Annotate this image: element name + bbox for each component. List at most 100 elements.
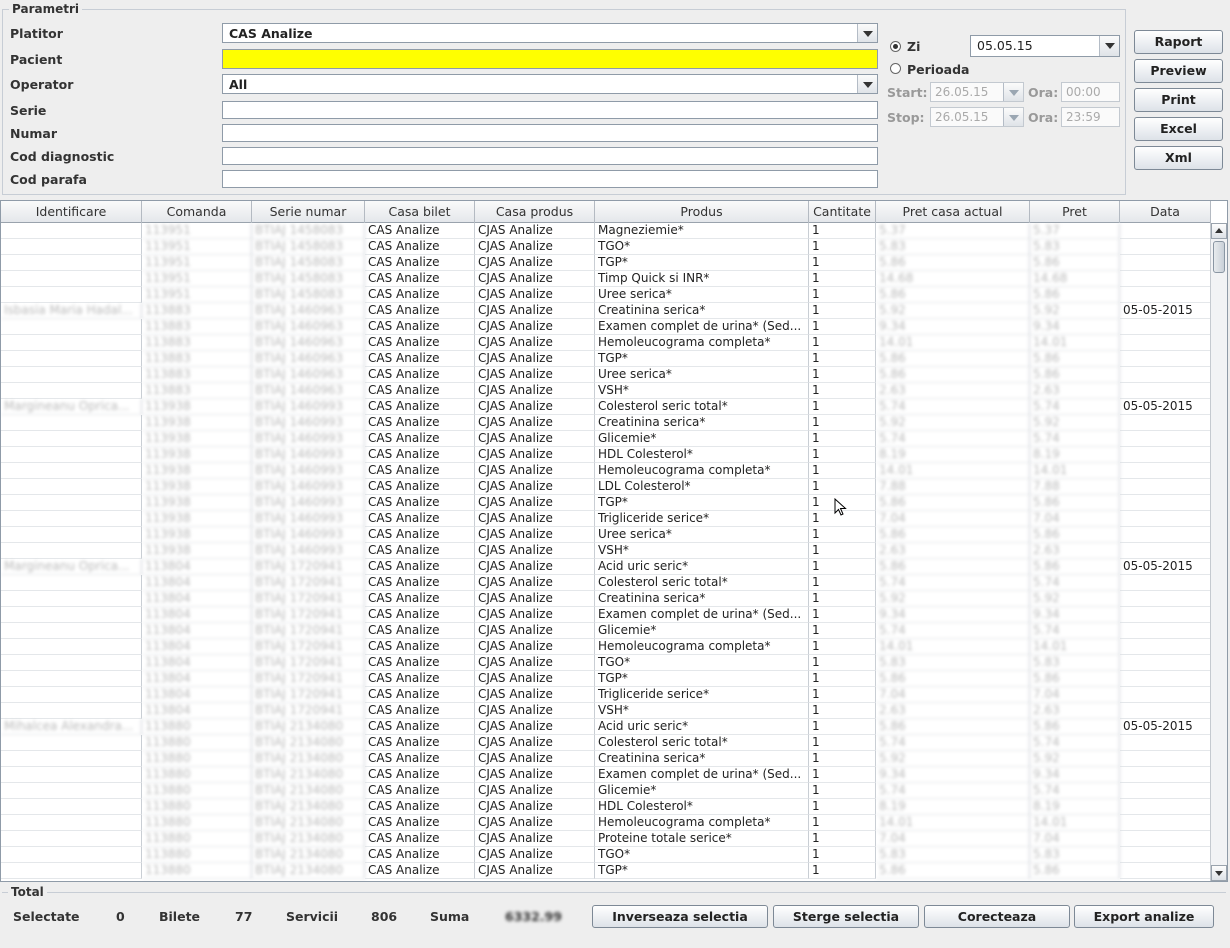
- column-header-pret-casa-actual[interactable]: Pret casa actual: [876, 201, 1030, 223]
- results-table[interactable]: Identificare Comanda Serie numar Casa bilet…: [0, 200, 1228, 882]
- table-row[interactable]: 113880 BTIAJ 2134080 CAS Analize CJAS Anali…: [1, 815, 1211, 831]
- column-header-comanda[interactable]: Comanda: [142, 201, 252, 223]
- table-row[interactable]: 113804 BTIAJ 1720941 CAS Analize CJAS Anali…: [1, 687, 1211, 703]
- perioada-radio[interactable]: [890, 63, 901, 74]
- cell-casa-produs: CJAS Analize: [475, 591, 595, 607]
- table-row[interactable]: 113883 BTIAJ 1460963 CAS Analize CJAS Anali…: [1, 351, 1211, 367]
- table-row[interactable]: 113951 BTIAJ 1458083 CAS Analize CJAS Anali…: [1, 287, 1211, 303]
- numar-field[interactable]: [222, 124, 878, 142]
- cell-data: [1120, 415, 1211, 431]
- xml-button[interactable]: Xml: [1134, 146, 1223, 170]
- table-row[interactable]: 113880 BTIAJ 2134080 CAS Analize CJAS Anali…: [1, 831, 1211, 847]
- cell-pret: 2.63: [1030, 543, 1120, 559]
- inverseaza-selectia-button[interactable]: Inverseaza selectia: [592, 905, 768, 928]
- cell-casa-bilet: CAS Analize: [365, 575, 475, 591]
- table-row[interactable]: Margineanu Oprica... 113804 BTIAJ 1720941 C…: [1, 559, 1211, 575]
- export-analize-button[interactable]: Export analize: [1074, 905, 1214, 928]
- cell-produs: Colesterol seric total*: [595, 735, 809, 751]
- table-row[interactable]: Margineanu Oprica... 113938 BTIAJ 1460993 C…: [1, 399, 1211, 415]
- table-row[interactable]: 113938 BTIAJ 1460993 CAS Analize CJAS Anali…: [1, 479, 1211, 495]
- zi-radio[interactable]: [890, 41, 901, 52]
- table-row[interactable]: 113938 BTIAJ 1460993 CAS Analize CJAS Anali…: [1, 431, 1211, 447]
- cod-diagnostic-field[interactable]: [222, 147, 878, 165]
- print-button[interactable]: Print: [1134, 88, 1223, 112]
- cell-data: [1120, 703, 1211, 719]
- chevron-down-icon[interactable]: [1003, 108, 1023, 126]
- cell-identificare: Margineanu Oprica...: [1, 399, 142, 415]
- chevron-down-icon[interactable]: [857, 75, 877, 93]
- table-row[interactable]: 113938 BTIAJ 1460993 CAS Analize CJAS Anali…: [1, 511, 1211, 527]
- cell-casa-produs: CJAS Analize: [475, 527, 595, 543]
- chevron-down-icon[interactable]: [1003, 83, 1023, 101]
- table-row[interactable]: 113804 BTIAJ 1720941 CAS Analize CJAS Anali…: [1, 655, 1211, 671]
- table-row[interactable]: 113804 BTIAJ 1720941 CAS Analize CJAS Anali…: [1, 607, 1211, 623]
- cell-identificare: [1, 607, 142, 623]
- serie-field[interactable]: [222, 101, 878, 119]
- table-row[interactable]: 113938 BTIAJ 1460993 CAS Analize CJAS Anali…: [1, 495, 1211, 511]
- cod-parafa-field[interactable]: [222, 170, 878, 188]
- table-row[interactable]: 113883 BTIAJ 1460963 CAS Analize CJAS Anali…: [1, 383, 1211, 399]
- column-header-produs[interactable]: Produs: [595, 201, 809, 223]
- cell-produs: TGO*: [595, 847, 809, 863]
- scroll-thumb[interactable]: [1213, 241, 1225, 273]
- pacient-field[interactable]: [222, 49, 878, 69]
- column-header-identificare[interactable]: Identificare: [1, 201, 142, 223]
- table-row[interactable]: 113938 BTIAJ 1460993 CAS Analize CJAS Anali…: [1, 415, 1211, 431]
- zi-date-combo[interactable]: 05.05.15: [970, 35, 1120, 57]
- platitor-combo[interactable]: CAS Analize: [222, 23, 878, 43]
- table-row[interactable]: 113938 BTIAJ 1460993 CAS Analize CJAS Anali…: [1, 543, 1211, 559]
- column-header-serie-numar[interactable]: Serie numar: [252, 201, 365, 223]
- column-header-casa-produs[interactable]: Casa produs: [475, 201, 595, 223]
- table-row[interactable]: 113880 BTIAJ 2134080 CAS Analize CJAS Anali…: [1, 767, 1211, 783]
- corecteaza-button[interactable]: Corecteaza: [924, 905, 1070, 928]
- column-header-pret[interactable]: Pret: [1030, 201, 1120, 223]
- raport-button[interactable]: Raport: [1134, 30, 1223, 54]
- sterge-selectia-button[interactable]: Sterge selectia: [773, 905, 919, 928]
- vertical-scrollbar[interactable]: [1210, 223, 1227, 881]
- chevron-down-icon[interactable]: [1099, 36, 1119, 56]
- table-row[interactable]: 113880 BTIAJ 2134080 CAS Analize CJAS Anali…: [1, 751, 1211, 767]
- table-row[interactable]: 113880 BTIAJ 2134080 CAS Analize CJAS Anali…: [1, 735, 1211, 751]
- table-row[interactable]: 113804 BTIAJ 1720941 CAS Analize CJAS Anali…: [1, 639, 1211, 655]
- chevron-down-icon[interactable]: [857, 24, 877, 42]
- cell-comanda: 113951: [142, 223, 252, 239]
- cell-pret-casa-actual: 5.86: [876, 255, 1030, 271]
- stop-date-field[interactable]: 26.05.15: [930, 107, 1024, 127]
- preview-button[interactable]: Preview: [1134, 59, 1223, 83]
- table-row[interactable]: 113804 BTIAJ 1720941 CAS Analize CJAS Anali…: [1, 703, 1211, 719]
- stop-time-field[interactable]: 23:59: [1061, 107, 1120, 127]
- table-row[interactable]: 113880 BTIAJ 2134080 CAS Analize CJAS Anali…: [1, 783, 1211, 799]
- column-header-cantitate[interactable]: Cantitate: [809, 201, 876, 223]
- table-row[interactable]: 113804 BTIAJ 1720941 CAS Analize CJAS Anali…: [1, 671, 1211, 687]
- table-row[interactable]: 113938 BTIAJ 1460993 CAS Analize CJAS Anali…: [1, 447, 1211, 463]
- table-row[interactable]: 113883 BTIAJ 1460963 CAS Analize CJAS Anali…: [1, 319, 1211, 335]
- cell-casa-produs: CJAS Analize: [475, 655, 595, 671]
- table-row[interactable]: 113804 BTIAJ 1720941 CAS Analize CJAS Anali…: [1, 575, 1211, 591]
- operator-combo[interactable]: All: [222, 74, 878, 94]
- column-header-casa-bilet[interactable]: Casa bilet: [365, 201, 475, 223]
- table-row[interactable]: 113883 BTIAJ 1460963 CAS Analize CJAS Anali…: [1, 335, 1211, 351]
- cell-pret-casa-actual: 5.83: [876, 847, 1030, 863]
- table-row[interactable]: 113880 BTIAJ 2134080 CAS Analize CJAS Anali…: [1, 863, 1211, 879]
- table-row[interactable]: 113804 BTIAJ 1720941 CAS Analize CJAS Anali…: [1, 591, 1211, 607]
- table-row[interactable]: 113880 BTIAJ 2134080 CAS Analize CJAS Anali…: [1, 799, 1211, 815]
- table-row[interactable]: 113951 BTIAJ 1458083 CAS Analize CJAS Anali…: [1, 255, 1211, 271]
- excel-button[interactable]: Excel: [1134, 117, 1223, 141]
- table-row[interactable]: 113804 BTIAJ 1720941 CAS Analize CJAS Anali…: [1, 623, 1211, 639]
- cell-casa-produs: CJAS Analize: [475, 287, 595, 303]
- table-row[interactable]: 113880 BTIAJ 2134080 CAS Analize CJAS Anali…: [1, 847, 1211, 863]
- table-row[interactable]: 113938 BTIAJ 1460993 CAS Analize CJAS Anali…: [1, 527, 1211, 543]
- table-row[interactable]: 113951 BTIAJ 1458083 CAS Analize CJAS Anali…: [1, 223, 1211, 239]
- cell-casa-bilet: CAS Analize: [365, 559, 475, 575]
- start-date-field[interactable]: 26.05.15: [930, 82, 1024, 102]
- table-row[interactable]: 113938 BTIAJ 1460993 CAS Analize CJAS Anali…: [1, 463, 1211, 479]
- table-row[interactable]: 113883 BTIAJ 1460963 CAS Analize CJAS Anali…: [1, 367, 1211, 383]
- table-row[interactable]: 113951 BTIAJ 1458083 CAS Analize CJAS Anali…: [1, 239, 1211, 255]
- scroll-up-icon[interactable]: [1211, 223, 1227, 239]
- table-row[interactable]: Mihalcea Alexandra... 113880 BTIAJ 2134080…: [1, 719, 1211, 735]
- table-row[interactable]: Isbasia Maria Hadal... 113883 BTIAJ 146096…: [1, 303, 1211, 319]
- start-time-field[interactable]: 00:00: [1061, 82, 1120, 102]
- table-row[interactable]: 113951 BTIAJ 1458083 CAS Analize CJAS Anali…: [1, 271, 1211, 287]
- scroll-down-icon[interactable]: [1211, 865, 1227, 881]
- column-header-data[interactable]: Data: [1120, 201, 1211, 223]
